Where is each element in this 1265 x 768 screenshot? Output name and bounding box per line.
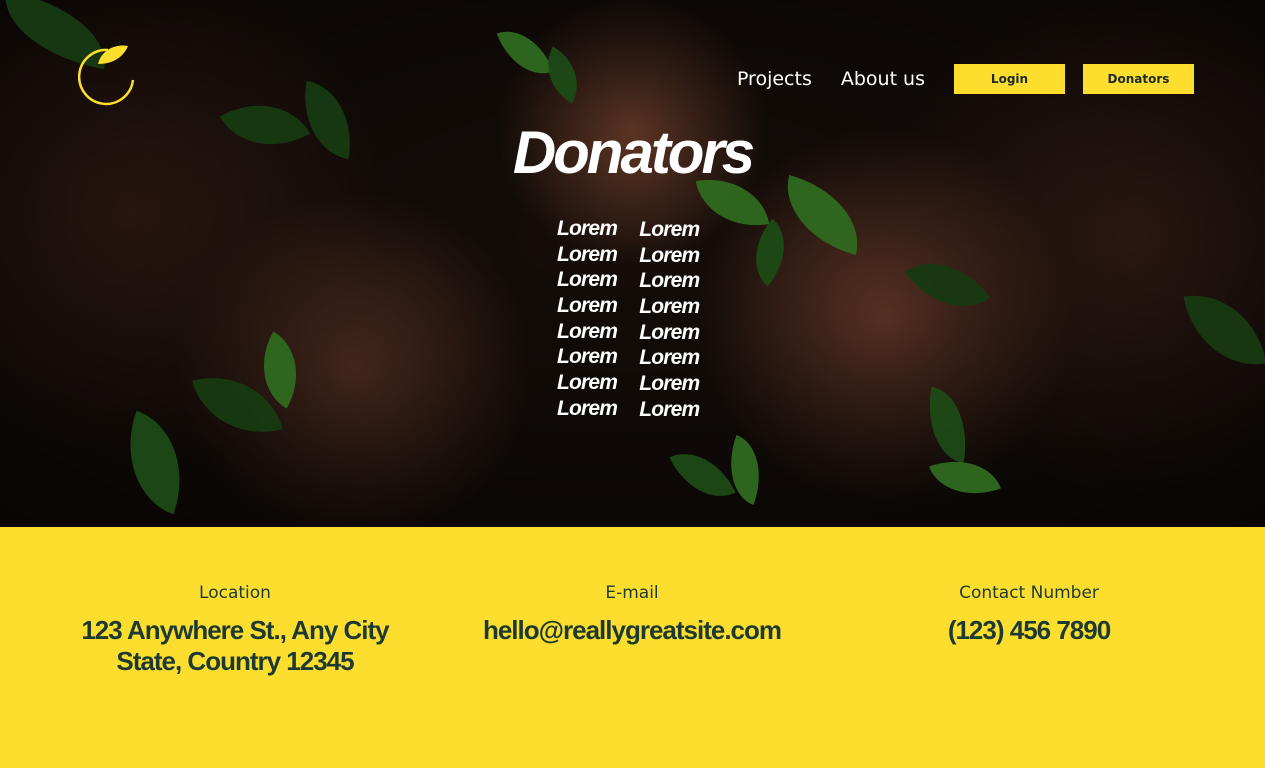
leaf-decoration: [107, 410, 203, 515]
login-button[interactable]: Login: [954, 64, 1065, 94]
phone-value[interactable]: (123) 456 7890: [829, 615, 1229, 646]
donator-name: Lorem: [639, 269, 700, 293]
contact-footer: Location 123 Anywhere St., Any City Stat…: [0, 527, 1265, 768]
main-nav: Projects About us Login Donators: [737, 64, 1194, 94]
leaf-decoration: [496, 19, 554, 86]
donator-name: Lorem: [639, 346, 700, 370]
donator-name: Lorem: [639, 397, 700, 421]
page-title: Donators: [512, 119, 755, 186]
leaf-decoration: [737, 218, 803, 287]
email-block: E-mail hello@reallygreatsite.com: [432, 583, 832, 646]
location-label: Location: [199, 583, 271, 603]
leaf-decoration: [1183, 284, 1265, 376]
leaf-circle-logo-icon[interactable]: [78, 42, 136, 106]
donator-name: Lorem: [557, 345, 618, 369]
donator-name: Lorem: [557, 268, 618, 292]
donator-name: Lorem: [639, 218, 700, 241]
donator-name: Lorem: [557, 319, 618, 343]
donator-name: Lorem: [557, 396, 618, 420]
leaf-decoration: [669, 438, 736, 512]
leaf-decoration: [929, 446, 1001, 509]
email-label: E-mail: [605, 583, 659, 603]
donator-name: Lorem: [639, 372, 700, 396]
donator-column-right: Lorem Lorem Lorem Lorem Lorem Lorem Lore…: [639, 217, 700, 423]
hero-section: Projects About us Login Donators Donator…: [0, 0, 1265, 527]
location-line-1: 123 Anywhere St., Any City: [81, 615, 389, 645]
nav-link-about-us[interactable]: About us: [841, 68, 925, 90]
location-block: Location 123 Anywhere St., Any City Stat…: [35, 583, 435, 677]
email-value[interactable]: hello@reallygreatsite.com: [432, 615, 832, 646]
donator-name: Lorem: [639, 320, 700, 344]
leaf-decoration: [773, 175, 872, 255]
location-line-2: State, Country 12345: [116, 646, 354, 676]
donator-name: Lorem: [639, 243, 700, 267]
phone-label: Contact Number: [959, 583, 1099, 603]
donators-button[interactable]: Donators: [1083, 64, 1194, 94]
donator-column-left: Lorem Lorem Lorem Lorem Lorem Lorem Lore…: [557, 216, 618, 423]
donator-name: Lorem: [557, 242, 618, 266]
donator-name: Lorem: [557, 217, 618, 240]
donator-list: Lorem Lorem Lorem Lorem Lorem Lorem Lore…: [557, 216, 700, 423]
leaf-decoration: [919, 386, 976, 464]
nav-link-projects[interactable]: Projects: [737, 68, 812, 90]
phone-block: Contact Number (123) 456 7890: [829, 583, 1229, 646]
donator-name: Lorem: [639, 295, 700, 319]
donator-name: Lorem: [557, 294, 618, 318]
donator-name: Lorem: [557, 371, 618, 395]
leaf-decoration: [904, 240, 991, 330]
